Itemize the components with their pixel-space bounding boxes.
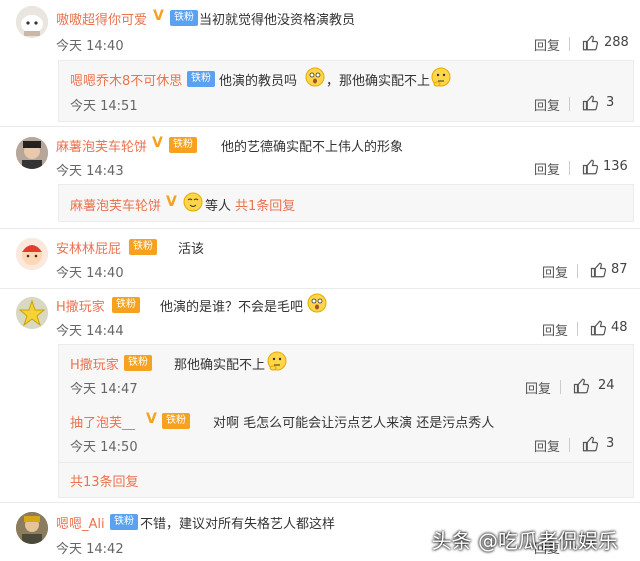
comment-text: 他演的教员吗 [219, 74, 298, 89]
fan-badge: 铁粉 [112, 297, 140, 313]
vip-v-icon: V [166, 194, 177, 210]
like-icon[interactable] [582, 435, 600, 453]
comment-time: 今天 14:40 [56, 266, 124, 281]
comment-text: 当初就觉得他没资格演教员 [199, 13, 356, 28]
divider [569, 97, 570, 111]
like-icon[interactable] [582, 158, 600, 176]
user-name[interactable]: 麻薯泡芙车轮饼 [56, 136, 147, 155]
comment-time: 今天 14:40 [56, 39, 124, 54]
divider [577, 264, 578, 278]
reply-button[interactable]: 回复 [534, 436, 560, 455]
star-avatar-icon [16, 297, 48, 329]
shock-emoji-icon [305, 67, 325, 87]
person-avatar-icon [16, 137, 48, 169]
person-avatar-icon [16, 512, 48, 544]
view-replies-link[interactable]: 共1条回复 [235, 195, 295, 214]
thinking-emoji-icon [267, 351, 287, 371]
user-name[interactable]: 嗯嗯_Ali [56, 513, 105, 532]
fan-badge: 铁粉 [162, 413, 190, 429]
like-count: 48 [611, 320, 628, 335]
avatar[interactable] [16, 512, 48, 544]
divider [569, 161, 570, 175]
avatar[interactable] [16, 137, 48, 169]
comment-time: 今天 14:42 [56, 542, 124, 557]
divider [569, 438, 570, 452]
divider [577, 322, 578, 336]
fan-badge: 铁粉 [124, 355, 152, 371]
user-name[interactable]: H撒玩家 [70, 354, 119, 373]
comment-text: 那他确实配不上 [174, 358, 266, 373]
divider [0, 126, 640, 127]
like-icon[interactable] [590, 319, 608, 337]
user-name[interactable]: 嗯嗯乔木8不可休思 [70, 70, 182, 89]
comment-time: 今天 14:44 [56, 324, 124, 339]
user-name[interactable]: H撒玩家 [56, 296, 105, 315]
view-replies-link[interactable]: 共13条回复 [70, 471, 139, 490]
comment-time: 今天 14:43 [56, 164, 124, 179]
thinking-emoji-icon [431, 67, 451, 87]
user-name[interactable]: 安林林屁屁 [56, 238, 121, 257]
like-icon[interactable] [590, 261, 608, 279]
divider [0, 502, 640, 503]
reply-button[interactable]: 回复 [542, 320, 568, 339]
like-count: 136 [603, 159, 628, 174]
watermark: 头条 @吃瓜者侃娱乐 [431, 529, 618, 553]
fan-badge: 铁粉 [110, 514, 138, 530]
comment-time: 今天 14:47 [70, 382, 138, 397]
avatar[interactable] [16, 238, 48, 270]
shock-emoji-icon [307, 293, 327, 313]
user-name[interactable]: 嗷嗷超得你可爱 [56, 9, 147, 28]
comment-text: 等人 [205, 199, 232, 214]
like-icon[interactable] [582, 34, 600, 52]
like-count: 3 [606, 436, 615, 451]
comment-text: 他的艺德确实配不上伟人的形象 [221, 140, 404, 155]
comment-text: 对啊 毛怎么可能会让污点艺人来演 还是污点秀人 [213, 416, 495, 431]
vip-v-icon: V [153, 8, 164, 24]
like-icon[interactable] [573, 377, 591, 395]
reply-button[interactable]: 回复 [525, 378, 551, 397]
like-count: 3 [606, 95, 615, 110]
like-icon[interactable] [582, 94, 600, 112]
cartoon-avatar-icon [16, 238, 48, 270]
like-count: 288 [604, 35, 629, 50]
blush-emoji-icon [183, 192, 203, 212]
fan-badge: 铁粉 [170, 10, 198, 26]
reply-button[interactable]: 回复 [534, 95, 560, 114]
comment-text: 活该 [178, 242, 205, 257]
comment-text: 他演的是谁？不会是毛吧 [160, 300, 304, 315]
divider [569, 37, 570, 51]
comment-text-continued: ，那他确实配不上 [326, 74, 431, 89]
divider [0, 228, 640, 229]
comment-time: 今天 14:51 [70, 99, 138, 114]
like-count: 24 [598, 378, 615, 393]
comment-text: 不错，建议对所有失格艺人都这样 [140, 517, 336, 532]
fan-badge: 铁粉 [129, 239, 157, 255]
reply-button[interactable]: 回复 [534, 159, 560, 178]
fan-badge: 铁粉 [169, 137, 197, 153]
divider [0, 288, 640, 289]
divider [58, 462, 632, 463]
divider [560, 380, 561, 394]
user-name[interactable]: 麻薯泡芙车轮饼 [70, 195, 161, 214]
user-name[interactable]: 抽了泡芙__ [70, 412, 135, 431]
cat-avatar-icon [16, 6, 48, 38]
avatar[interactable] [16, 297, 48, 329]
avatar[interactable] [16, 6, 48, 38]
comment-time: 今天 14:50 [70, 440, 138, 455]
vip-v-icon: V [152, 135, 163, 151]
reply-button[interactable]: 回复 [542, 262, 568, 281]
reply-button[interactable]: 回复 [534, 35, 560, 54]
like-count: 87 [611, 262, 628, 277]
vip-v-icon: V [146, 411, 157, 427]
fan-badge: 铁粉 [187, 71, 215, 87]
